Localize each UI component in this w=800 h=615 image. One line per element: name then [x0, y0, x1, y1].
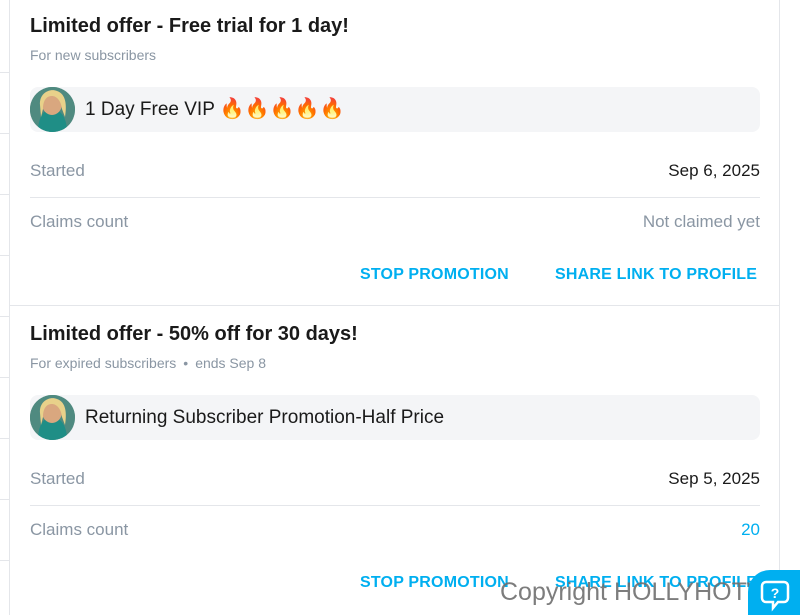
fire-emoji-icon: 🔥🔥🔥🔥🔥: [219, 98, 345, 120]
claims-count-link[interactable]: 20: [741, 505, 760, 555]
promotion-card: Limited offer - 50% off for 30 days! For…: [10, 306, 779, 615]
promotion-message-box: Returning Subscriber Promotion-Half Pric…: [30, 395, 760, 440]
promotion-audience: For expired subscribers • ends Sep 8: [30, 355, 266, 371]
separator-dot: •: [183, 355, 189, 371]
started-value: Sep 5, 2025: [668, 469, 760, 488]
promotion-message: 1 Day Free VIP 🔥🔥🔥🔥🔥: [85, 87, 344, 132]
sidebar-edge: [0, 0, 10, 615]
promotion-message-text: 1 Day Free VIP: [85, 99, 215, 120]
audience-text: For new subscribers: [30, 47, 157, 63]
promotion-audience: For new subscribers: [30, 47, 156, 63]
claims-value: Not claimed yet: [642, 212, 760, 231]
claims-label: Claims count: [30, 212, 129, 231]
promotion-message: Returning Subscriber Promotion-Half Pric…: [85, 395, 444, 440]
claims-row: Claims count 20: [30, 505, 760, 555]
help-chat-icon: ?: [760, 580, 790, 612]
promotion-message-box: 1 Day Free VIP 🔥🔥🔥🔥🔥: [30, 87, 760, 132]
started-row: Started Sep 5, 2025: [30, 454, 760, 504]
right-gutter: [780, 0, 800, 615]
started-label: Started: [30, 469, 85, 488]
svg-text:?: ?: [771, 585, 780, 601]
started-label: Started: [30, 161, 85, 180]
promotion-end-date: ends Sep 8: [195, 355, 267, 371]
claims-label: Claims count: [30, 520, 129, 539]
promotion-title: Limited offer - 50% off for 30 days!: [30, 323, 358, 345]
promotion-message-text: Returning Subscriber Promotion-Half Pric…: [85, 407, 445, 428]
promotions-page: Limited offer - Free trial for 1 day! Fo…: [0, 0, 800, 615]
audience-text: For expired subscribers: [30, 355, 177, 371]
help-chat-button[interactable]: ?: [748, 570, 800, 615]
started-row: Started Sep 6, 2025: [30, 146, 760, 196]
stop-promotion-button[interactable]: STOP PROMOTION: [360, 266, 509, 284]
promotion-title: Limited offer - Free trial for 1 day!: [30, 15, 349, 37]
started-value: Sep 6, 2025: [668, 161, 760, 180]
avatar[interactable]: [30, 395, 75, 440]
promotion-card: Limited offer - Free trial for 1 day! Fo…: [10, 0, 779, 306]
stop-promotion-button[interactable]: STOP PROMOTION: [360, 574, 509, 592]
avatar[interactable]: [30, 87, 75, 132]
share-link-button[interactable]: SHARE LINK TO PROFILE: [555, 266, 757, 284]
claims-row: Claims count Not claimed yet: [30, 197, 760, 247]
